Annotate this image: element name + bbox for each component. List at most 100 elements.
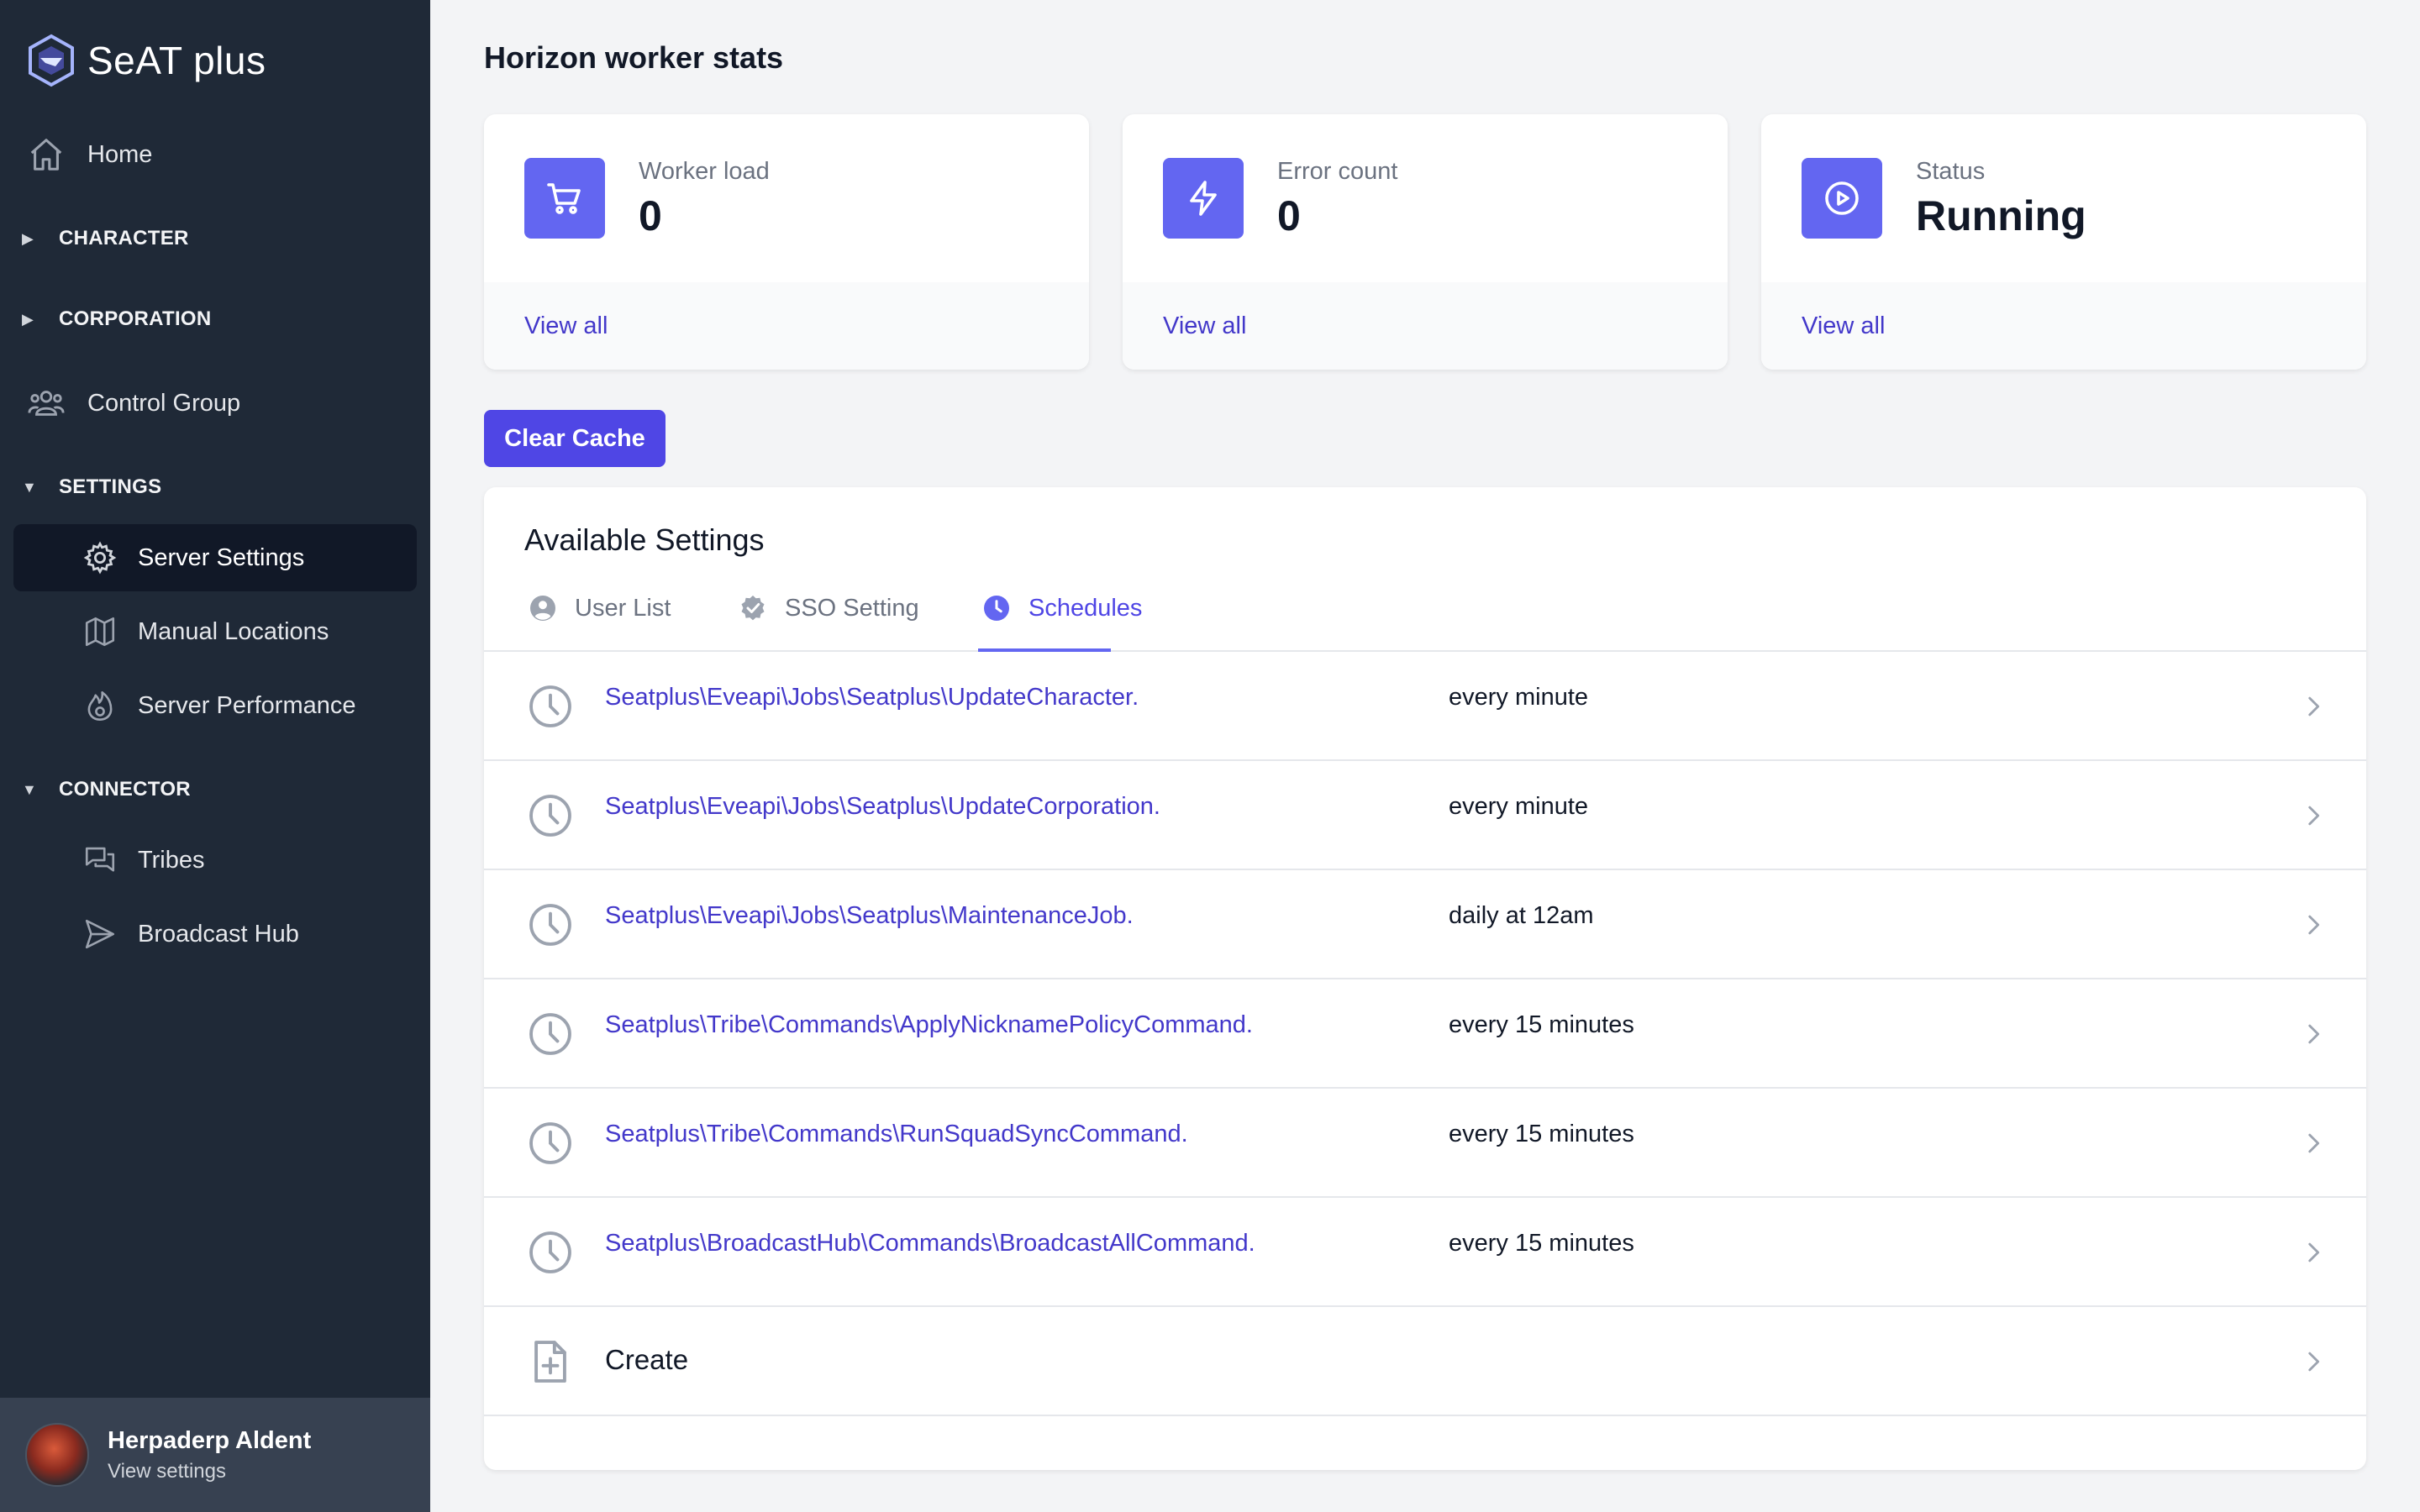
nav-manual-locations-label: Manual Locations (138, 617, 329, 645)
schedule-job-name[interactable]: Seatplus\Eveapi\Jobs\Seatplus\UpdateChar… (605, 684, 1139, 711)
schedule-row[interactable]: Seatplus\BroadcastHub\Commands\Broadcast… (484, 1198, 2366, 1307)
schedule-frequency: every 15 minutes (1449, 1121, 1634, 1147)
nav-control-group[interactable]: Control Group (27, 378, 413, 428)
chevron-right-icon (2308, 1352, 2320, 1372)
stat-card-error-count: Error count 0 View all (1123, 114, 1728, 370)
users-icon (28, 391, 65, 416)
stat-icon-box (1163, 158, 1244, 239)
stat-card-status: Status Running View all (1761, 114, 2366, 370)
nav-control-group-label: Control Group (87, 389, 241, 417)
nav-server-settings[interactable]: Server Settings (13, 524, 417, 591)
clock-outline-icon (529, 1013, 571, 1055)
stat-value: 0 (639, 192, 662, 239)
schedule-job-name[interactable]: Seatplus\BroadcastHub\Commands\Broadcast… (605, 1230, 1255, 1257)
caret-right-icon: ▶ (22, 310, 34, 328)
clock-outline-icon (529, 795, 571, 837)
schedule-row[interactable]: Seatplus\Eveapi\Jobs\Seatplus\Maintenanc… (484, 870, 2366, 979)
sidebar: SeAT plus Home ▶ CHARACTER ▶ CORPORATION… (0, 0, 430, 1512)
stat-value: 0 (1277, 192, 1301, 239)
gear-icon (83, 541, 117, 575)
chevron-right-icon (2308, 1024, 2320, 1044)
home-icon (30, 139, 62, 171)
stat-value: Running (1916, 192, 2086, 239)
schedule-frequency: every 15 minutes (1449, 1230, 1634, 1257)
nav-server-performance[interactable]: Server Performance (13, 672, 417, 739)
brand-name: SeAT plus (87, 39, 266, 82)
caret-right-icon: ▶ (22, 229, 34, 247)
caret-down-icon: ▼ (22, 478, 37, 496)
clock-outline-icon (529, 904, 571, 946)
nav-broadcast-hub[interactable]: Broadcast Hub (13, 900, 417, 968)
clear-cache-button[interactable]: Clear Cache (484, 410, 666, 467)
nav-section-corporation[interactable]: ▶ CORPORATION (22, 302, 212, 336)
paper-plane-icon (85, 919, 115, 949)
play-circle-icon (1825, 181, 1859, 215)
schedule-job-name[interactable]: Seatplus\Tribe\Commands\RunSquadSyncComm… (605, 1121, 1188, 1148)
schedule-job-name[interactable]: Seatplus\Eveapi\Jobs\Seatplus\UpdateCorp… (605, 793, 1160, 821)
nav-section-character-label: CHARACTER (59, 227, 189, 249)
nav-manual-locations[interactable]: Manual Locations (13, 598, 417, 665)
tab-sso-setting[interactable]: SSO Setting (738, 581, 919, 635)
chevron-right-icon (2308, 806, 2320, 826)
chevron-right-icon (2308, 1133, 2320, 1153)
seat-logo-icon (29, 34, 74, 87)
avatar (25, 1423, 89, 1487)
chevron-right-icon (2308, 915, 2320, 935)
document-add-icon (534, 1341, 566, 1383)
create-schedule-row[interactable]: Create (484, 1307, 2366, 1416)
schedule-frequency: every 15 minutes (1449, 1011, 1634, 1038)
chevron-right-icon (2308, 696, 2320, 717)
schedule-frequency: every minute (1449, 793, 1589, 820)
nav-section-corporation-label: CORPORATION (59, 307, 212, 330)
tab-sso-setting-label: SSO Setting (785, 594, 919, 622)
schedule-row[interactable]: Seatplus\Tribe\Commands\ApplyNicknamePol… (484, 979, 2366, 1089)
nav-server-performance-label: Server Performance (138, 691, 356, 719)
panel-title: Available Settings (524, 522, 765, 557)
fire-icon (87, 690, 113, 721)
nav-section-character[interactable]: ▶ CHARACTER (22, 222, 189, 255)
user-profile[interactable]: Herpaderp Aldent View settings (0, 1398, 430, 1512)
schedule-job-name[interactable]: Seatplus\Eveapi\Jobs\Seatplus\Maintenanc… (605, 902, 1134, 930)
schedule-job-name[interactable]: Seatplus\Tribe\Commands\ApplyNicknamePol… (605, 1011, 1253, 1039)
create-schedule-label: Create (605, 1344, 689, 1375)
schedule-row[interactable]: Seatplus\Eveapi\Jobs\Seatplus\UpdateChar… (484, 652, 2366, 761)
tab-schedules-label: Schedules (1028, 594, 1143, 622)
stat-footer: View all (1761, 282, 2366, 370)
chat-bubbles-icon (85, 847, 115, 872)
clock-outline-icon (529, 685, 571, 727)
tab-user-list[interactable]: User List (528, 581, 671, 635)
view-all-link[interactable]: View all (524, 312, 608, 340)
nav-server-settings-label: Server Settings (138, 543, 305, 571)
stat-footer: View all (1123, 282, 1728, 370)
stat-label: Error count (1277, 158, 1398, 185)
nav-section-connector-label: CONNECTOR (59, 778, 191, 801)
nav-section-connector[interactable]: ▼ CONNECTOR (22, 773, 191, 806)
stat-footer: View all (484, 282, 1089, 370)
badge-check-icon (741, 596, 765, 621)
caret-down-icon: ▼ (22, 780, 37, 798)
profile-name: Herpaderp Aldent (108, 1426, 312, 1454)
stat-label: Status (1916, 158, 1986, 185)
user-circle-icon (530, 596, 555, 621)
nav-section-settings-label: SETTINGS (59, 475, 162, 498)
view-all-link[interactable]: View all (1163, 312, 1246, 340)
nav-section-settings[interactable]: ▼ SETTINGS (22, 470, 161, 504)
schedule-row[interactable]: Seatplus\Eveapi\Jobs\Seatplus\UpdateCorp… (484, 761, 2366, 870)
stat-card-worker-load: Worker load 0 View all (484, 114, 1089, 370)
schedule-frequency: every minute (1449, 684, 1589, 711)
tab-schedules[interactable]: Schedules (981, 581, 1142, 635)
schedule-frequency: daily at 12am (1449, 902, 1594, 929)
bolt-icon (1190, 181, 1217, 216)
schedule-row[interactable]: Seatplus\Tribe\Commands\RunSquadSyncComm… (484, 1089, 2366, 1198)
nav-home[interactable]: Home (27, 129, 413, 180)
clock-icon (984, 596, 1009, 621)
nav-tribes-label: Tribes (138, 846, 205, 874)
map-icon (85, 617, 115, 647)
nav-tribes[interactable]: Tribes (13, 827, 417, 894)
stat-icon-box (1802, 158, 1882, 239)
view-settings-link[interactable]: View settings (108, 1460, 311, 1483)
brand-logo[interactable]: SeAT plus (25, 32, 266, 89)
view-all-link[interactable]: View all (1802, 312, 1885, 340)
stat-icon-box (524, 158, 605, 239)
clock-outline-icon (529, 1231, 571, 1273)
